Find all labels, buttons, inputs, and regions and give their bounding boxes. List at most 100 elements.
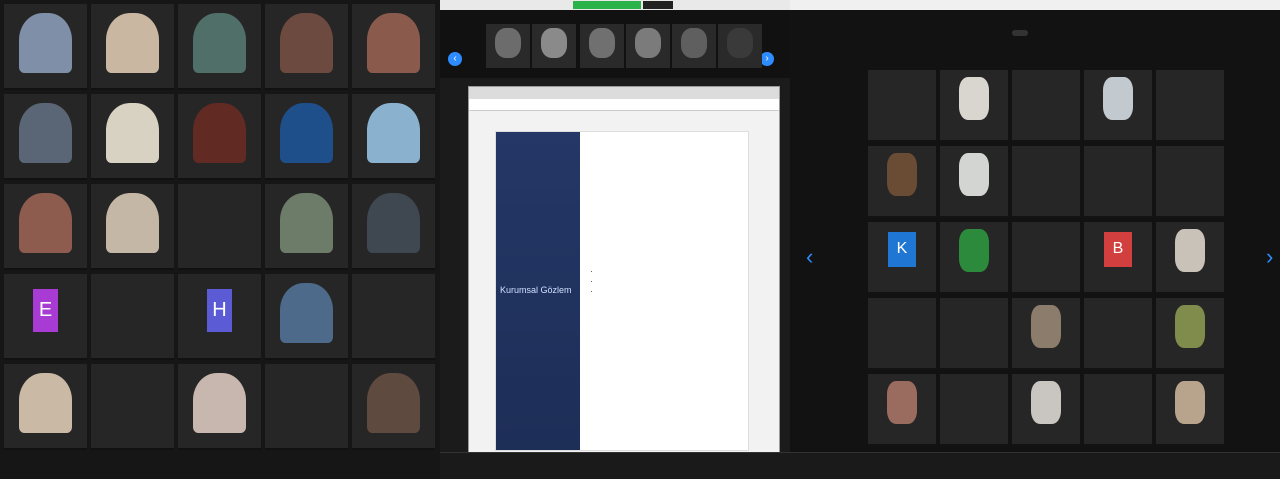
- participant-name-label: [352, 268, 435, 270]
- participant-tile[interactable]: [868, 70, 936, 142]
- participant-name-label: [1084, 216, 1152, 218]
- participant-video: [1175, 305, 1205, 349]
- participant-tile[interactable]: [1156, 298, 1224, 370]
- participant-tile[interactable]: [4, 94, 87, 180]
- participant-video: [18, 372, 73, 433]
- stop-share-button[interactable]: [643, 1, 673, 9]
- participant-tile[interactable]: [4, 184, 87, 270]
- participant-thumbnail[interactable]: [532, 24, 576, 68]
- participant-thumbnail[interactable]: [486, 24, 530, 68]
- gallery-prev-icon[interactable]: ‹: [806, 244, 813, 270]
- participant-tile[interactable]: [4, 4, 87, 90]
- participant-tile[interactable]: [940, 146, 1008, 218]
- participant-name-label: [1084, 444, 1152, 446]
- participant-tile[interactable]: [91, 94, 174, 180]
- browser-tab[interactable]: [469, 87, 779, 99]
- participant-tile[interactable]: [1084, 70, 1152, 142]
- meeting-toolbar-middle: [440, 452, 790, 479]
- participant-tile[interactable]: K: [868, 222, 936, 294]
- status-pill: [1012, 30, 1028, 36]
- participant-video: [1175, 381, 1205, 425]
- participant-tile[interactable]: [265, 274, 348, 360]
- participant-name-label: [265, 88, 348, 90]
- participant-tile[interactable]: [178, 364, 261, 450]
- participant-tile[interactable]: [178, 94, 261, 180]
- participant-thumbnail[interactable]: [672, 24, 716, 68]
- participant-video: [887, 153, 917, 197]
- participant-video: [18, 102, 73, 163]
- participant-tile[interactable]: [868, 146, 936, 218]
- participant-tile[interactable]: [91, 274, 174, 360]
- participant-tile[interactable]: [1012, 298, 1080, 370]
- participant-tile[interactable]: [91, 4, 174, 90]
- participant-tile[interactable]: [1156, 70, 1224, 142]
- participant-video: [959, 229, 989, 273]
- participant-video: [366, 102, 421, 163]
- participant-tile[interactable]: [91, 364, 174, 450]
- participant-tile[interactable]: [1084, 298, 1152, 370]
- participant-video: [366, 12, 421, 73]
- participant-tile[interactable]: [265, 4, 348, 90]
- gallery-next-icon[interactable]: ›: [1266, 244, 1273, 270]
- strip-prev-icon[interactable]: ‹: [448, 52, 462, 66]
- participant-thumbnail[interactable]: [626, 24, 670, 68]
- participant-tile[interactable]: [1084, 146, 1152, 218]
- strip-next-icon[interactable]: ›: [760, 52, 774, 66]
- participant-name-label: [91, 88, 174, 90]
- participant-name-label: [868, 292, 936, 294]
- participant-name-label: [1156, 444, 1224, 446]
- participant-tile[interactable]: [940, 70, 1008, 142]
- participant-video: [959, 77, 989, 121]
- participant-name-label: [265, 358, 348, 360]
- participant-tile[interactable]: [265, 184, 348, 270]
- participant-tile[interactable]: H: [178, 274, 261, 360]
- participant-video: [959, 153, 989, 197]
- window-top-bar: [790, 0, 1280, 10]
- participant-name-label: [1012, 140, 1080, 142]
- participant-grid-right: KB: [868, 70, 1224, 446]
- participant-video: [105, 192, 160, 253]
- participant-tile[interactable]: [868, 374, 936, 446]
- participant-tile[interactable]: [1156, 222, 1224, 294]
- participant-tile[interactable]: [178, 184, 261, 270]
- participant-tile[interactable]: [265, 364, 348, 450]
- participant-tile[interactable]: [1012, 146, 1080, 218]
- participant-grid: EH: [4, 4, 438, 479]
- participant-tile[interactable]: [1156, 374, 1224, 446]
- meeting-toolbar-right: [790, 452, 1280, 479]
- participant-tile[interactable]: E: [4, 274, 87, 360]
- participant-name-label: [352, 88, 435, 90]
- participant-thumbnail[interactable]: [718, 24, 762, 68]
- gallery-panel-left: EH: [0, 0, 440, 479]
- participant-tile[interactable]: [1012, 374, 1080, 446]
- participant-tile[interactable]: [940, 374, 1008, 446]
- participant-tile[interactable]: [352, 4, 435, 90]
- participant-tile[interactable]: B: [1084, 222, 1152, 294]
- slide-bullet: [600, 286, 750, 296]
- participant-tile[interactable]: [1156, 146, 1224, 218]
- participant-tile[interactable]: [940, 222, 1008, 294]
- avatar: K: [888, 232, 916, 267]
- participant-tile[interactable]: [265, 94, 348, 180]
- browser-url-bar[interactable]: [469, 99, 779, 111]
- participant-video: [105, 12, 160, 73]
- slide-bullet: [600, 266, 750, 276]
- participant-video: [279, 192, 334, 253]
- participant-tile[interactable]: [4, 364, 87, 450]
- participant-tile[interactable]: [1012, 70, 1080, 142]
- participant-tile[interactable]: [352, 274, 435, 360]
- participant-tile[interactable]: [352, 94, 435, 180]
- participant-name-label: [1012, 292, 1080, 294]
- screen-share-panel: ‹ › Kurumsal Gözlem: [440, 0, 790, 479]
- participant-tile[interactable]: [178, 4, 261, 90]
- participant-tile[interactable]: [1012, 222, 1080, 294]
- participant-tile[interactable]: [352, 364, 435, 450]
- participant-thumbnail[interactable]: [580, 24, 624, 68]
- participant-tile[interactable]: [868, 298, 936, 370]
- participant-tile[interactable]: [352, 184, 435, 270]
- participant-tile[interactable]: [1084, 374, 1152, 446]
- participant-tile[interactable]: [91, 184, 174, 270]
- participant-video: [540, 27, 568, 59]
- participant-name-label: [868, 444, 936, 446]
- participant-tile[interactable]: [940, 298, 1008, 370]
